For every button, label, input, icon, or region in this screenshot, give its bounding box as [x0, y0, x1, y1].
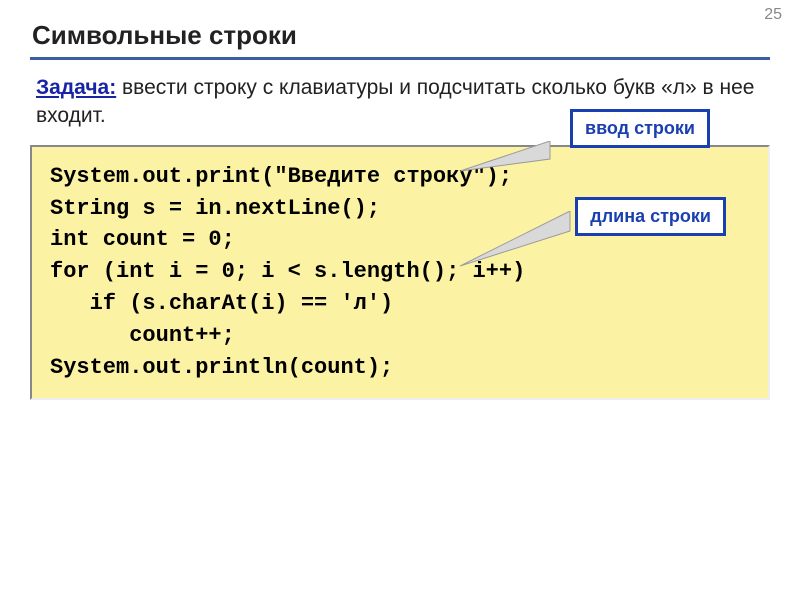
- title-underline: [30, 57, 770, 60]
- slide-content: 25 Символьные строки Задача: ввести стро…: [0, 0, 800, 600]
- callout-length: длина строки: [575, 197, 726, 236]
- code-line-5: if (s.charAt(i) == 'л'): [50, 291, 393, 316]
- callout-length-pointer: [460, 211, 580, 271]
- task-label: Задача:: [36, 76, 116, 99]
- code-line-4: for (int i = 0; i < s.length(); i++): [50, 259, 525, 284]
- callout-input: ввод строки: [570, 109, 710, 148]
- code-line-6: count++;: [50, 323, 235, 348]
- code-box: System.out.print("Введите строку"); Stri…: [30, 145, 770, 400]
- slide-title: Символьные строки: [32, 20, 770, 51]
- page-number: 25: [764, 6, 782, 24]
- code-line-1: System.out.print("Введите строку");: [50, 164, 512, 189]
- code-line-3: int count = 0;: [50, 227, 235, 252]
- code-line-7: System.out.println(count);: [50, 355, 393, 380]
- code-area: ввод строки длина строки System.out.prin…: [30, 145, 770, 400]
- callout-input-pointer: [460, 141, 560, 181]
- code-line-2: String s = in.nextLine();: [50, 196, 380, 221]
